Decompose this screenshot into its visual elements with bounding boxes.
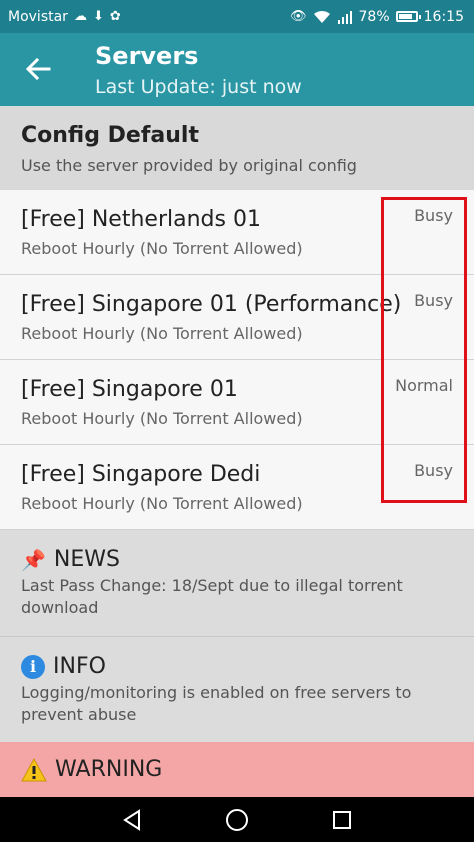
info-body: Logging/monitoring is enabled on free se… bbox=[21, 683, 412, 724]
server-row-singapore-01-performance[interactable]: [Free] Singapore 01 (Performance) Reboot… bbox=[0, 275, 474, 360]
status-right: 👁 78% 16:15 bbox=[290, 0, 464, 33]
server-row-netherlands-01[interactable]: [Free] Netherlands 01 Reboot Hourly (No … bbox=[0, 190, 474, 275]
battery-icon bbox=[395, 11, 421, 22]
elephant-icon: ✿ bbox=[109, 9, 121, 24]
server-description: Reboot Hourly (No Torrent Allowed) bbox=[21, 324, 303, 343]
app-bar: Servers Last Update: just now bbox=[0, 33, 474, 106]
server-status: Busy bbox=[414, 461, 453, 480]
cloud-icon: ☁ bbox=[73, 9, 87, 24]
server-name: [Free] Singapore Dedi bbox=[21, 462, 261, 487]
status-left: Movistar ☁ ⬇ ✿ bbox=[8, 0, 121, 33]
server-list: [Free] Netherlands 01 Reboot Hourly (No … bbox=[0, 190, 474, 530]
server-name: [Free] Singapore 01 (Performance) bbox=[21, 292, 402, 317]
info-heading: i INFO bbox=[21, 654, 106, 679]
server-description: Reboot Hourly (No Torrent Allowed) bbox=[21, 494, 303, 513]
back-button[interactable] bbox=[20, 51, 56, 87]
warning-heading: WARNING bbox=[21, 757, 162, 782]
square-recents-icon bbox=[333, 811, 351, 829]
eye-icon: 👁 bbox=[290, 9, 307, 24]
pushpin-icon: 📌 bbox=[21, 547, 46, 572]
arrow-left-icon bbox=[25, 58, 51, 80]
circle-home-icon bbox=[226, 809, 248, 831]
news-section: 📌 NEWS Last Pass Change: 18/Sept due to … bbox=[0, 530, 474, 637]
server-description: Reboot Hourly (No Torrent Allowed) bbox=[21, 409, 303, 428]
warning-icon bbox=[21, 757, 47, 781]
navigation-bar bbox=[0, 797, 474, 842]
status-bar: Movistar ☁ ⬇ ✿ 👁 78% 16:15 bbox=[0, 0, 474, 33]
carrier-label: Movistar bbox=[8, 8, 68, 25]
config-default-description: Use the server provided by original conf… bbox=[21, 156, 357, 175]
server-name: [Free] Singapore 01 bbox=[21, 377, 238, 402]
server-name: [Free] Netherlands 01 bbox=[21, 207, 261, 232]
wifi-icon bbox=[313, 10, 330, 23]
warning-section: WARNING bbox=[0, 742, 474, 798]
news-heading-label: NEWS bbox=[53, 547, 120, 572]
warning-heading-label: WARNING bbox=[55, 757, 163, 782]
server-status: Busy bbox=[414, 206, 453, 225]
signal-icon bbox=[337, 10, 352, 24]
info-icon: i bbox=[21, 654, 45, 679]
battery-percent: 78% bbox=[358, 8, 390, 25]
news-body: Last Pass Change: 18/Sept due to illegal… bbox=[21, 576, 403, 617]
page-title: Servers bbox=[95, 42, 199, 70]
server-row-singapore-dedi[interactable]: [Free] Singapore Dedi Reboot Hourly (No … bbox=[0, 445, 474, 530]
nav-home-button[interactable] bbox=[222, 805, 252, 835]
nav-recents-button[interactable] bbox=[327, 805, 357, 835]
info-section: i INFO Logging/monitoring is enabled on … bbox=[0, 637, 474, 742]
server-status: Busy bbox=[414, 291, 453, 310]
server-status: Normal bbox=[395, 376, 453, 395]
server-row-singapore-01[interactable]: [Free] Singapore 01 Reboot Hourly (No To… bbox=[0, 360, 474, 445]
config-default-title: Config Default bbox=[21, 123, 199, 148]
info-heading-label: INFO bbox=[53, 654, 106, 679]
download-icon: ⬇ bbox=[92, 9, 104, 24]
triangle-back-icon bbox=[123, 809, 140, 831]
server-description: Reboot Hourly (No Torrent Allowed) bbox=[21, 239, 303, 258]
last-update-label: Last Update: just now bbox=[95, 76, 302, 98]
news-heading: 📌 NEWS bbox=[21, 547, 120, 572]
clock: 16:15 bbox=[423, 8, 464, 25]
config-default-item[interactable]: Config Default Use the server provided b… bbox=[0, 106, 474, 190]
nav-back-button[interactable] bbox=[117, 805, 147, 835]
